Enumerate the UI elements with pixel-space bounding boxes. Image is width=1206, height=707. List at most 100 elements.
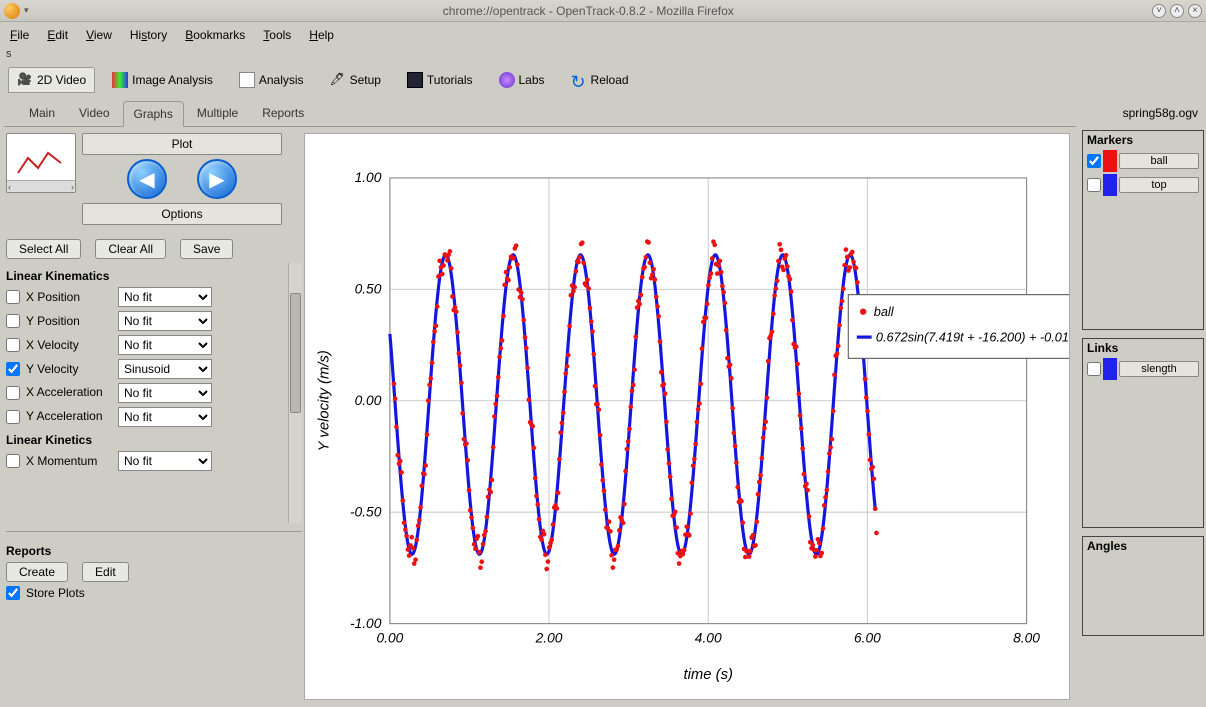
- ball-swatch: [1103, 150, 1117, 172]
- markers-panel: Markers ball top: [1082, 130, 1204, 330]
- slength-swatch: [1103, 358, 1117, 380]
- select-all-button[interactable]: Select All: [6, 239, 81, 259]
- filename-label: spring58g.ogv: [1082, 102, 1204, 122]
- xvel-check[interactable]: [6, 338, 20, 352]
- xpos-fit[interactable]: No fit: [118, 287, 212, 307]
- image-analysis-icon: [112, 72, 128, 88]
- video-icon: 🎥: [17, 72, 33, 88]
- angles-header: Angles: [1083, 537, 1203, 555]
- subtab-graphs[interactable]: Graphs: [123, 101, 184, 127]
- edit-button[interactable]: Edit: [82, 562, 129, 582]
- minimize-button[interactable]: ˅: [1152, 4, 1166, 18]
- svg-text:6.00: 6.00: [854, 631, 881, 646]
- menu-file[interactable]: File: [10, 28, 29, 42]
- thumbnail-scroll[interactable]: ‹›: [7, 180, 75, 192]
- xpos-label: X Position: [26, 290, 112, 304]
- window-titlebar: ▾ chrome://opentrack - OpenTrack-0.8.2 -…: [0, 0, 1206, 22]
- menu-history[interactable]: History: [130, 28, 167, 42]
- reload-icon: ↻: [571, 72, 587, 88]
- svg-text:4.00: 4.00: [695, 631, 722, 646]
- prev-button[interactable]: ◀: [127, 159, 167, 199]
- panel-scrollbar[interactable]: [288, 263, 302, 523]
- tab-labs[interactable]: Labs: [490, 67, 554, 93]
- xvel-fit[interactable]: No fit: [118, 335, 212, 355]
- menu-tools[interactable]: Tools: [263, 28, 291, 42]
- markers-header: Markers: [1083, 131, 1203, 149]
- link-slength-button[interactable]: slength: [1119, 361, 1199, 377]
- svg-text:Y velocity (m/s): Y velocity (m/s): [316, 350, 332, 451]
- subtab-reports[interactable]: Reports: [251, 100, 315, 126]
- marker-top-check[interactable]: [1087, 178, 1101, 192]
- plot-button[interactable]: Plot: [82, 133, 282, 155]
- svg-text:8.00: 8.00: [1013, 631, 1040, 646]
- xvel-label: X Velocity: [26, 338, 112, 352]
- xacc-fit[interactable]: No fit: [118, 383, 212, 403]
- stray-text: s: [0, 48, 1206, 60]
- menu-bar: File Edit View History Bookmarks Tools H…: [0, 22, 1206, 48]
- svg-text:time (s): time (s): [683, 667, 733, 683]
- clear-all-button[interactable]: Clear All: [95, 239, 166, 259]
- link-slength-check[interactable]: [1087, 362, 1101, 376]
- store-plots-check[interactable]: [6, 586, 20, 600]
- store-plots-label: Store Plots: [26, 586, 85, 600]
- marker-ball-check[interactable]: [1087, 154, 1101, 168]
- menu-edit[interactable]: Edit: [47, 28, 68, 42]
- ypos-fit[interactable]: No fit: [118, 311, 212, 331]
- labs-icon: [499, 72, 515, 88]
- ypos-check[interactable]: [6, 314, 20, 328]
- ypos-label: Y Position: [26, 314, 112, 328]
- tab-image-analysis[interactable]: Image Analysis: [103, 67, 222, 93]
- yvel-fit[interactable]: Sinusoid: [118, 359, 212, 379]
- xmom-check[interactable]: [6, 454, 20, 468]
- subtab-multiple[interactable]: Multiple: [186, 100, 249, 126]
- svg-text:-0.50: -0.50: [350, 504, 382, 519]
- firefox-icon: [4, 3, 20, 19]
- maximize-button[interactable]: ˄: [1170, 4, 1184, 18]
- tab-2d-video[interactable]: 🎥 2D Video: [8, 67, 95, 93]
- subtab-main[interactable]: Main: [18, 100, 66, 126]
- chart-area: 0.002.004.006.008.00-1.00-0.500.000.501.…: [304, 133, 1070, 700]
- yvel-check[interactable]: [6, 362, 20, 376]
- options-button[interactable]: Options: [82, 203, 282, 225]
- create-button[interactable]: Create: [6, 562, 68, 582]
- analysis-icon: [239, 72, 255, 88]
- yacc-fit[interactable]: No fit: [118, 407, 212, 427]
- next-button[interactable]: ▶: [197, 159, 237, 199]
- menu-view[interactable]: View: [86, 28, 112, 42]
- menu-help[interactable]: Help: [309, 28, 334, 42]
- yacc-label: Y Acceleration: [26, 410, 112, 423]
- tab-setup[interactable]: 🖊 Setup: [321, 67, 390, 93]
- xmom-label: X Momentum: [26, 454, 112, 468]
- xacc-check[interactable]: [6, 386, 20, 400]
- angles-panel: Angles: [1082, 536, 1204, 636]
- links-header: Links: [1083, 339, 1203, 357]
- top-swatch: [1103, 174, 1117, 196]
- menu-bookmarks[interactable]: Bookmarks: [185, 28, 245, 42]
- yvel-label: Y Velocity: [26, 362, 112, 376]
- graph-thumbnail[interactable]: ‹›: [6, 133, 76, 193]
- xmom-fit[interactable]: No fit: [118, 451, 212, 471]
- subtab-video[interactable]: Video: [68, 100, 120, 126]
- tab-reload[interactable]: ↻ Reload: [562, 67, 638, 93]
- marker-ball-button[interactable]: ball: [1119, 153, 1199, 169]
- control-panel: ‹› Plot ◀ ▶ Options Select All Clear All: [4, 127, 304, 706]
- xpos-check[interactable]: [6, 290, 20, 304]
- svg-text:-1.00: -1.00: [350, 616, 382, 631]
- window-title: chrome://opentrack - OpenTrack-0.8.2 - M…: [29, 4, 1148, 18]
- svg-text:1.00: 1.00: [355, 170, 382, 185]
- linear-kinematics-header: Linear Kinematics: [6, 269, 302, 283]
- setup-icon: 🖊: [330, 72, 346, 88]
- tab-tutorials[interactable]: Tutorials: [398, 67, 482, 93]
- yacc-check[interactable]: [6, 410, 20, 424]
- sub-tabs: Main Video Graphs Multiple Reports: [4, 100, 1076, 126]
- tab-analysis[interactable]: Analysis: [230, 67, 313, 93]
- marker-top-button[interactable]: top: [1119, 177, 1199, 193]
- save-button[interactable]: Save: [180, 239, 233, 259]
- svg-text:ball: ball: [874, 304, 895, 319]
- tutorials-icon: [407, 72, 423, 88]
- close-button[interactable]: ×: [1188, 4, 1202, 18]
- svg-text:0.00: 0.00: [355, 393, 382, 408]
- chart-svg: 0.002.004.006.008.00-1.00-0.500.000.501.…: [305, 134, 1069, 699]
- app-toolbar: 🎥 2D Video Image Analysis Analysis 🖊 Set…: [0, 60, 1206, 100]
- svg-text:0.672sin(7.419t + -16.200) + -: 0.672sin(7.419t + -16.200) + -0.017: [876, 329, 1069, 344]
